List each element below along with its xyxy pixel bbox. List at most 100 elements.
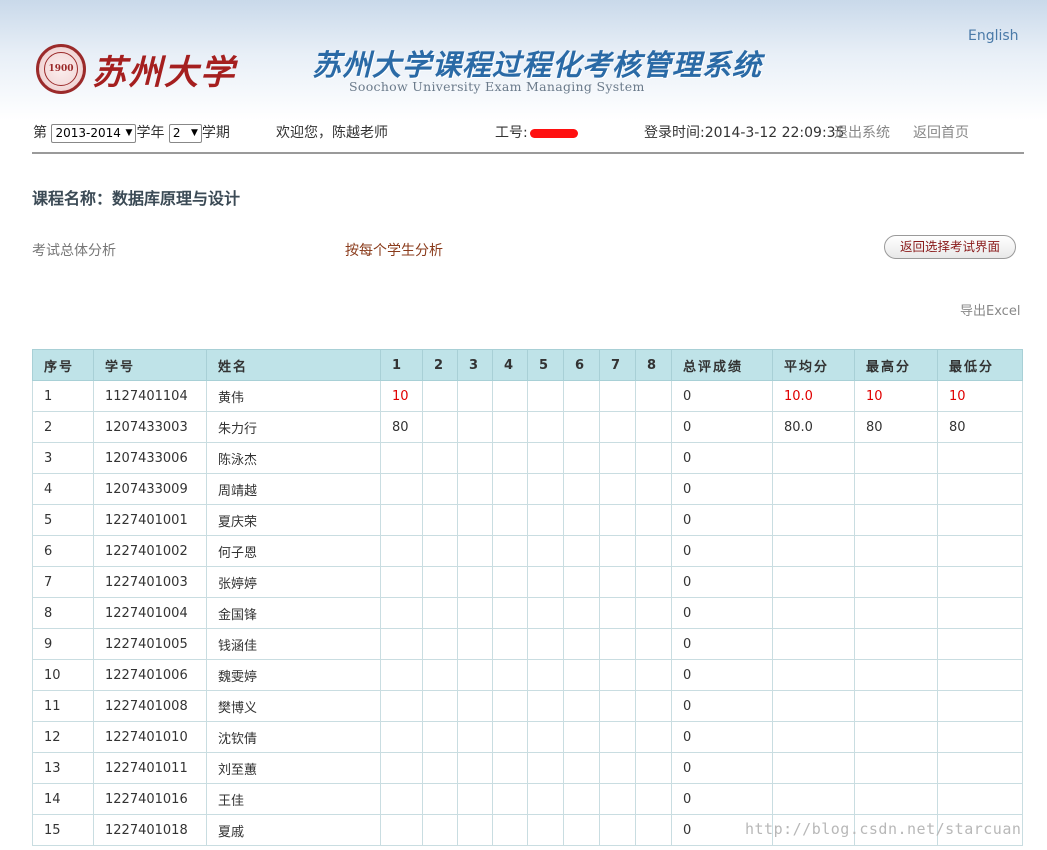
exam-score-cell: [380, 442, 423, 474]
exam-score-cell: [563, 411, 600, 443]
average-score-cell: 80.0: [772, 411, 855, 443]
exam-score-cell: [599, 535, 636, 567]
table-row: 7 1227401003 张婷婷 0: [32, 566, 1023, 598]
academic-year-suffix: 学年: [136, 125, 165, 141]
exam-score-cell: [599, 504, 636, 536]
exam-score-cell: [457, 628, 493, 660]
exam-score-cell: [527, 597, 564, 629]
exam-score-cell: [527, 752, 564, 784]
exam-score-cell: [527, 628, 564, 660]
row-number-cell: 7: [32, 566, 94, 598]
info-bar: 第 2013-2014 ▼ 学年 2 ▼ 学期 欢迎您，陈越老师 工号: 登录时间:20…: [33, 122, 1023, 144]
average-score-cell: [772, 442, 855, 474]
exam-score-cell: [635, 597, 672, 629]
exam-score-cell: [635, 752, 672, 784]
logout-link[interactable]: 退出系统: [834, 122, 890, 142]
tab-overall-analysis[interactable]: 考试总体分析: [32, 240, 116, 260]
max-score-cell: [854, 783, 938, 815]
system-subtitle: Soochow University Exam Managing System: [349, 79, 645, 94]
row-number-cell: 1: [32, 380, 94, 412]
total-score-cell: 0: [671, 566, 773, 598]
exam-score-cell: [527, 721, 564, 753]
term-selector: 第 2013-2014 ▼ 学年 2 ▼ 学期: [33, 122, 230, 143]
exam-score-cell: [380, 752, 423, 784]
semester-suffix: 学期: [201, 125, 230, 141]
redacted-staff-id: [529, 128, 578, 138]
exam-score-cell: [599, 442, 636, 474]
total-score-cell: 0: [671, 628, 773, 660]
exam-score-cell: [492, 721, 528, 753]
login-time: 登录时间:2014-3-12 22:09:35: [644, 125, 845, 141]
exam-score-cell: [457, 659, 493, 691]
exam-score-cell: [422, 504, 458, 536]
exam-score-cell: [527, 380, 564, 412]
exam-score-cell: [380, 783, 423, 815]
exam-score-cell: [527, 783, 564, 815]
exam-score-cell: [563, 783, 600, 815]
back-to-exam-select-button[interactable]: 返回选择考试界面: [884, 235, 1016, 259]
exam-score-cell: [492, 535, 528, 567]
student-id-cell: 1127401104: [93, 380, 207, 412]
table-row: 3 1207433006 陈泳杰 0: [32, 442, 1023, 474]
exam-score-cell: [527, 814, 564, 846]
column-header: 6: [563, 349, 600, 381]
student-name-cell: 朱力行: [206, 411, 381, 443]
exam-score-cell: [527, 690, 564, 722]
table-header-row: 序号 学号 姓名 1 2 3 4 5 6 7 8 总评成绩 平均分 最高分 最低分: [32, 349, 1023, 381]
scores-table: 序号 学号 姓名 1 2 3 4 5 6 7 8 总评成绩 平均分 最高分 最低分 1 1127401104 黄…: [32, 349, 1023, 846]
academic-year-select[interactable]: 2013-2014 ▼: [51, 123, 137, 143]
university-seal-icon: 1900: [36, 44, 86, 94]
min-score-cell: 10: [937, 380, 1023, 412]
exam-score-cell: [457, 380, 493, 412]
exam-score-cell: [599, 659, 636, 691]
max-score-cell: 10: [854, 380, 938, 412]
export-excel-link[interactable]: 导出Excel: [960, 300, 1020, 319]
exam-score-cell: [527, 566, 564, 598]
exam-score-cell: [457, 597, 493, 629]
row-number-cell: 10: [32, 659, 94, 691]
exam-score-cell: [457, 473, 493, 505]
seal-text: 1900: [44, 52, 78, 86]
exam-score-cell: [457, 721, 493, 753]
student-id-cell: 1227401001: [93, 504, 207, 536]
average-score-cell: [772, 473, 855, 505]
exam-score-cell: [457, 411, 493, 443]
student-id-cell: 1227401002: [93, 535, 207, 567]
table-row: 8 1227401004 金国锋 0: [32, 597, 1023, 629]
student-id-cell: 1207433006: [93, 442, 207, 474]
column-header: 序号: [32, 349, 94, 381]
exam-score-cell: [599, 752, 636, 784]
exam-score-cell: 10: [380, 380, 423, 412]
student-name-cell: 沈钦倩: [206, 721, 381, 753]
exam-score-cell: [422, 442, 458, 474]
tab-per-student-analysis[interactable]: 按每个学生分析: [345, 240, 443, 260]
exam-score-cell: [563, 535, 600, 567]
header-divider: [32, 152, 1024, 154]
column-header: 4: [492, 349, 528, 381]
exam-score-cell: [422, 380, 458, 412]
student-id-cell: 1227401011: [93, 752, 207, 784]
min-score-cell: [937, 442, 1023, 474]
exam-score-cell: [422, 721, 458, 753]
exam-score-cell: [457, 566, 493, 598]
exam-score-cell: [563, 752, 600, 784]
exam-score-cell: [380, 473, 423, 505]
total-score-cell: 0: [671, 535, 773, 567]
total-score-cell: 0: [671, 473, 773, 505]
exam-score-cell: [380, 628, 423, 660]
exam-score-cell: [599, 411, 636, 443]
table-body: 1 1127401104 黄伟 10 0 10.0 10 10 2 1207433003 朱力行 80…: [32, 380, 1023, 846]
semester-select[interactable]: 2 ▼: [168, 123, 202, 143]
student-name-cell: 樊博义: [206, 690, 381, 722]
row-number-cell: 2: [32, 411, 94, 443]
exam-score-cell: [380, 566, 423, 598]
column-header: 7: [599, 349, 636, 381]
exam-score-cell: [457, 783, 493, 815]
english-link[interactable]: English: [968, 28, 1019, 44]
home-link[interactable]: 返回首页: [913, 122, 969, 142]
max-score-cell: [854, 566, 938, 598]
exam-score-cell: [635, 411, 672, 443]
exam-score-cell: [492, 628, 528, 660]
row-number-cell: 8: [32, 597, 94, 629]
min-score-cell: [937, 721, 1023, 753]
